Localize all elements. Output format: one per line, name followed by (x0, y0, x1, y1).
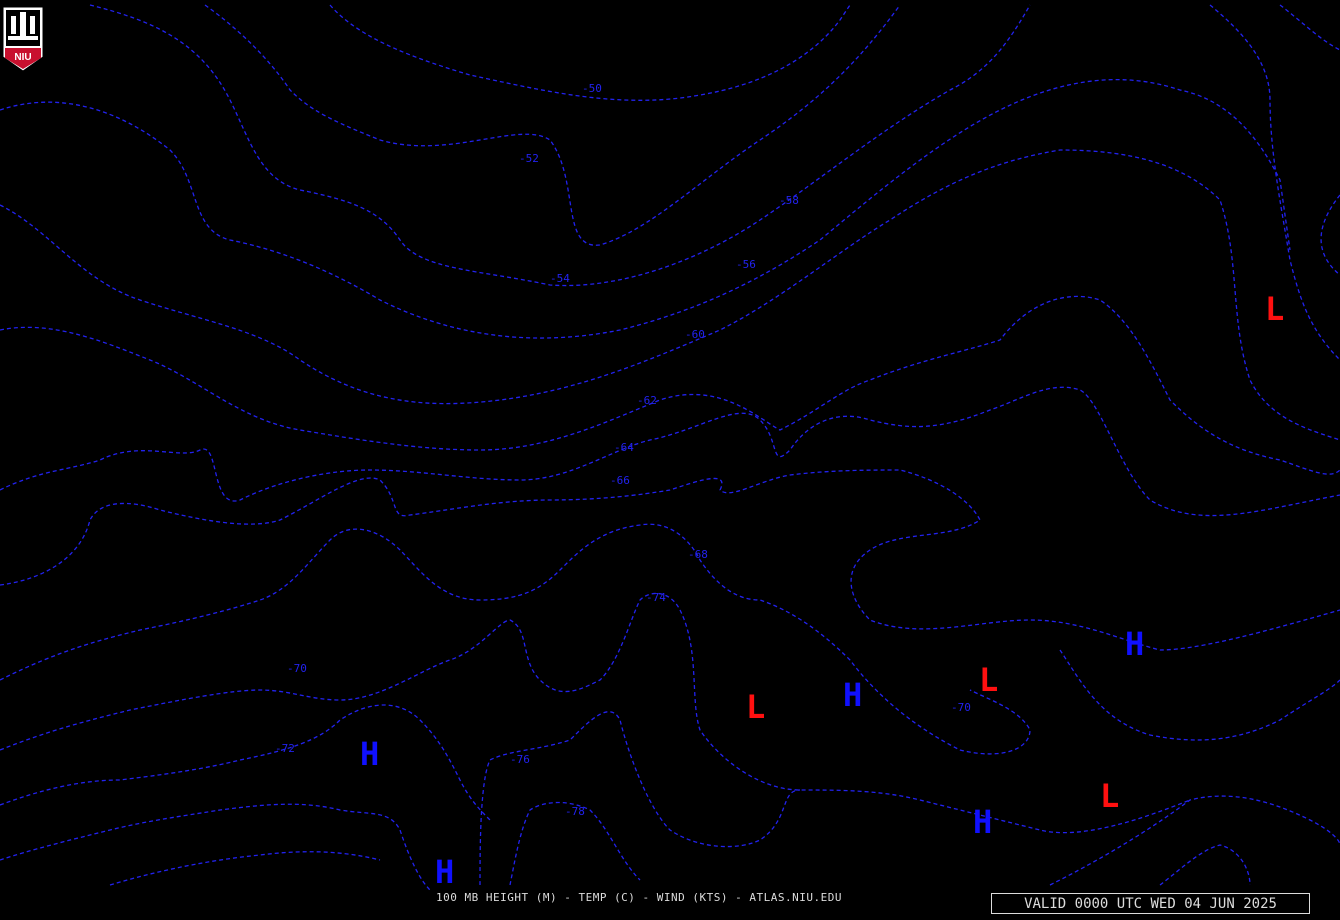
contour-line (0, 386, 1340, 517)
contour-label: -58 (779, 194, 799, 207)
low-pressure-center: L (979, 661, 998, 699)
contour-label: -70 (951, 701, 971, 714)
contour-line (1320, 194, 1340, 276)
logo-text: NIU (14, 52, 31, 63)
pressure-centers: L H L H L H H L H (360, 290, 1284, 891)
contour-line (479, 711, 801, 886)
contour-line (1059, 649, 1340, 741)
contour-label: -60 (685, 328, 705, 341)
niu-logo: NIU (2, 6, 44, 72)
contour-line (1279, 4, 1340, 51)
contour-label: -64 (614, 441, 634, 454)
contour-label: -70 (287, 662, 307, 675)
contour-label: -74 (646, 591, 666, 604)
low-pressure-center: L (1265, 290, 1284, 328)
high-pressure-center: H (435, 853, 454, 891)
contour-line (1159, 844, 1251, 886)
weather-map: -50 -52 -58 -56 -54 -60 -62 -64 -66 -68 … (0, 4, 1340, 891)
contour-line (0, 704, 491, 821)
map-caption: 100 MB HEIGHT (M) - TEMP (C) - WIND (KTS… (436, 891, 842, 904)
contour-line (1049, 795, 1340, 886)
contour-label: -68 (688, 548, 708, 561)
contour-label: -76 (510, 753, 530, 766)
high-pressure-center: H (973, 803, 992, 841)
contour-label: -50 (582, 82, 602, 95)
contour-line (89, 4, 1031, 287)
contour-label: -66 (610, 474, 630, 487)
contour-line (0, 295, 1340, 475)
contour-labels: -50 -52 -58 -56 -54 -60 -62 -64 -66 -68 … (275, 82, 971, 818)
contour-label: -78 (565, 805, 585, 818)
contour-label: -72 (275, 742, 295, 755)
contour-line (204, 4, 901, 246)
high-pressure-center: H (360, 735, 379, 773)
contour-line (0, 523, 1031, 755)
low-pressure-center: L (746, 688, 765, 726)
contour-line (0, 469, 1340, 651)
high-pressure-center: H (1125, 625, 1144, 663)
contour-label: -54 (550, 272, 570, 285)
temperature-contours (0, 4, 1340, 891)
contour-line (109, 851, 381, 886)
valid-time-box: VALID 0000 UTC WED 04 JUN 2025 (991, 893, 1310, 914)
contour-label: -62 (637, 394, 657, 407)
low-pressure-center: L (1100, 777, 1119, 815)
contour-label: -56 (736, 258, 756, 271)
contour-line (0, 592, 1191, 834)
contour-label: -52 (519, 152, 539, 165)
high-pressure-center: H (843, 676, 862, 714)
contour-line (0, 803, 431, 891)
